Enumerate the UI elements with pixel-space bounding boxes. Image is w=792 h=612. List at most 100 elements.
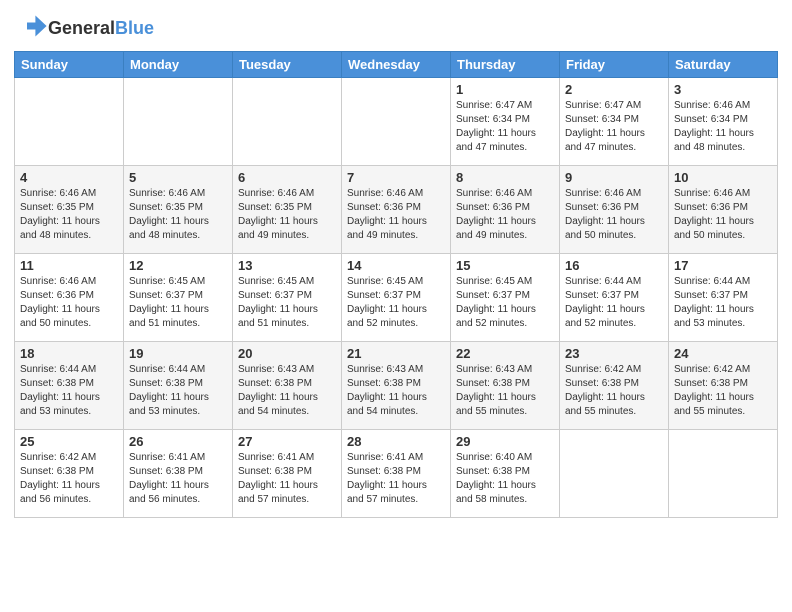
day-number: 19 (129, 346, 227, 361)
calendar-cell: 26 Sunrise: 6:41 AM Sunset: 6:38 PM Dayli… (124, 430, 233, 518)
calendar-cell: 2 Sunrise: 6:47 AM Sunset: 6:34 PM Daylig… (560, 78, 669, 166)
day-number: 20 (238, 346, 336, 361)
day-info: Sunrise: 6:42 AM Sunset: 6:38 PM Dayligh… (565, 363, 663, 419)
day-number: 12 (129, 258, 227, 273)
day-info: Sunrise: 6:45 AM Sunset: 6:37 PM Dayligh… (347, 275, 445, 331)
calendar-cell: 20 Sunrise: 6:43 AM Sunset: 6:38 PM Dayli… (233, 342, 342, 430)
day-number: 6 (238, 170, 336, 185)
day-number: 5 (129, 170, 227, 185)
calendar-cell: 17 Sunrise: 6:44 AM Sunset: 6:37 PM Dayli… (669, 254, 778, 342)
calendar-cell: 21 Sunrise: 6:43 AM Sunset: 6:38 PM Dayli… (342, 342, 451, 430)
calendar-cell (124, 78, 233, 166)
calendar-day-header: Tuesday (233, 52, 342, 78)
calendar-cell (233, 78, 342, 166)
calendar-cell (15, 78, 124, 166)
calendar-cell: 22 Sunrise: 6:43 AM Sunset: 6:38 PM Dayli… (451, 342, 560, 430)
day-info: Sunrise: 6:46 AM Sunset: 6:36 PM Dayligh… (565, 187, 663, 243)
day-info: Sunrise: 6:43 AM Sunset: 6:38 PM Dayligh… (456, 363, 554, 419)
day-info: Sunrise: 6:44 AM Sunset: 6:37 PM Dayligh… (674, 275, 772, 331)
day-info: Sunrise: 6:42 AM Sunset: 6:38 PM Dayligh… (20, 451, 118, 507)
calendar-day-header: Friday (560, 52, 669, 78)
day-info: Sunrise: 6:44 AM Sunset: 6:37 PM Dayligh… (565, 275, 663, 331)
day-number: 10 (674, 170, 772, 185)
calendar-cell: 27Sunrise: 6:41 AM Sunset: 6:38 PM Dayli… (233, 430, 342, 518)
day-number: 16 (565, 258, 663, 273)
calendar-cell (560, 430, 669, 518)
day-info: Sunrise: 6:46 AM Sunset: 6:36 PM Dayligh… (20, 275, 118, 331)
calendar-table: SundayMondayTuesdayWednesdayThursdayFrid… (14, 51, 778, 518)
calendar-day-header: Wednesday (342, 52, 451, 78)
day-number: 28 (347, 434, 445, 449)
day-number: 27 (238, 434, 336, 449)
calendar-cell: 18 Sunrise: 6:44 AM Sunset: 6:38 PM Dayli… (15, 342, 124, 430)
calendar-cell: 4 Sunrise: 6:46 AM Sunset: 6:35 PM Daylig… (15, 166, 124, 254)
day-info: Sunrise: 6:46 AM Sunset: 6:34 PM Dayligh… (674, 99, 772, 155)
calendar-cell: 8 Sunrise: 6:46 AM Sunset: 6:36 PM Daylig… (451, 166, 560, 254)
day-number: 26 (129, 434, 227, 449)
calendar-week-row: 11 Sunrise: 6:46 AM Sunset: 6:36 PM Dayli… (15, 254, 778, 342)
day-number: 8 (456, 170, 554, 185)
calendar-week-row: 1Sunrise: 6:47 AM Sunset: 6:34 PM Daylig… (15, 78, 778, 166)
day-number: 15 (456, 258, 554, 273)
logo: GeneralBlue (18, 12, 154, 45)
day-number: 3 (674, 82, 772, 97)
calendar-week-row: 4 Sunrise: 6:46 AM Sunset: 6:35 PM Daylig… (15, 166, 778, 254)
day-number: 25 (20, 434, 118, 449)
calendar-header-row: SundayMondayTuesdayWednesdayThursdayFrid… (15, 52, 778, 78)
calendar-cell (669, 430, 778, 518)
day-info: Sunrise: 6:45 AM Sunset: 6:37 PM Dayligh… (238, 275, 336, 331)
day-info: Sunrise: 6:41 AM Sunset: 6:38 PM Dayligh… (129, 451, 227, 507)
day-info: Sunrise: 6:47 AM Sunset: 6:34 PM Dayligh… (565, 99, 663, 155)
calendar-cell: 24Sunrise: 6:42 AM Sunset: 6:38 PM Dayli… (669, 342, 778, 430)
day-number: 11 (20, 258, 118, 273)
calendar-cell: 11 Sunrise: 6:46 AM Sunset: 6:36 PM Dayli… (15, 254, 124, 342)
day-info: Sunrise: 6:45 AM Sunset: 6:37 PM Dayligh… (129, 275, 227, 331)
calendar-cell: 5 Sunrise: 6:46 AM Sunset: 6:35 PM Daylig… (124, 166, 233, 254)
day-info: Sunrise: 6:43 AM Sunset: 6:38 PM Dayligh… (238, 363, 336, 419)
calendar-cell: 9Sunrise: 6:46 AM Sunset: 6:36 PM Daylig… (560, 166, 669, 254)
day-info: Sunrise: 6:47 AM Sunset: 6:34 PM Dayligh… (456, 99, 554, 155)
logo-icon (20, 12, 48, 40)
day-info: Sunrise: 6:40 AM Sunset: 6:38 PM Dayligh… (456, 451, 554, 507)
day-info: Sunrise: 6:46 AM Sunset: 6:35 PM Dayligh… (20, 187, 118, 243)
calendar-cell: 25 Sunrise: 6:42 AM Sunset: 6:38 PM Dayli… (15, 430, 124, 518)
logo-text: GeneralBlue (48, 19, 154, 39)
calendar-day-header: Monday (124, 52, 233, 78)
day-number: 23 (565, 346, 663, 361)
day-info: Sunrise: 6:44 AM Sunset: 6:38 PM Dayligh… (20, 363, 118, 419)
day-info: Sunrise: 6:46 AM Sunset: 6:36 PM Dayligh… (674, 187, 772, 243)
calendar-cell: 1Sunrise: 6:47 AM Sunset: 6:34 PM Daylig… (451, 78, 560, 166)
calendar-cell: 29 Sunrise: 6:40 AM Sunset: 6:38 PM Dayli… (451, 430, 560, 518)
day-info: Sunrise: 6:46 AM Sunset: 6:35 PM Dayligh… (238, 187, 336, 243)
day-number: 17 (674, 258, 772, 273)
day-number: 18 (20, 346, 118, 361)
day-info: Sunrise: 6:46 AM Sunset: 6:35 PM Dayligh… (129, 187, 227, 243)
header: GeneralBlue (0, 0, 792, 51)
calendar-cell: 15 Sunrise: 6:45 AM Sunset: 6:37 PM Dayli… (451, 254, 560, 342)
calendar-cell: 6 Sunrise: 6:46 AM Sunset: 6:35 PM Daylig… (233, 166, 342, 254)
day-number: 4 (20, 170, 118, 185)
calendar-week-row: 18 Sunrise: 6:44 AM Sunset: 6:38 PM Dayli… (15, 342, 778, 430)
day-info: Sunrise: 6:41 AM Sunset: 6:38 PM Dayligh… (347, 451, 445, 507)
calendar-cell: 28 Sunrise: 6:41 AM Sunset: 6:38 PM Dayli… (342, 430, 451, 518)
day-info: Sunrise: 6:43 AM Sunset: 6:38 PM Dayligh… (347, 363, 445, 419)
day-number: 29 (456, 434, 554, 449)
day-info: Sunrise: 6:45 AM Sunset: 6:37 PM Dayligh… (456, 275, 554, 331)
calendar-day-header: Sunday (15, 52, 124, 78)
calendar-cell: 7Sunrise: 6:46 AM Sunset: 6:36 PM Daylig… (342, 166, 451, 254)
day-number: 14 (347, 258, 445, 273)
calendar-cell: 3 Sunrise: 6:46 AM Sunset: 6:34 PM Daylig… (669, 78, 778, 166)
calendar-cell: 23 Sunrise: 6:42 AM Sunset: 6:38 PM Dayli… (560, 342, 669, 430)
day-info: Sunrise: 6:46 AM Sunset: 6:36 PM Dayligh… (456, 187, 554, 243)
calendar-cell: 14 Sunrise: 6:45 AM Sunset: 6:37 PM Dayli… (342, 254, 451, 342)
page: GeneralBlue SundayMondayTuesdayWednesday… (0, 0, 792, 612)
calendar-cell: 12 Sunrise: 6:45 AM Sunset: 6:37 PM Dayli… (124, 254, 233, 342)
day-number: 21 (347, 346, 445, 361)
day-number: 2 (565, 82, 663, 97)
calendar-cell: 16 Sunrise: 6:44 AM Sunset: 6:37 PM Dayli… (560, 254, 669, 342)
day-number: 24 (674, 346, 772, 361)
calendar-day-header: Saturday (669, 52, 778, 78)
day-number: 22 (456, 346, 554, 361)
calendar-cell: 19Sunrise: 6:44 AM Sunset: 6:38 PM Dayli… (124, 342, 233, 430)
calendar-day-header: Thursday (451, 52, 560, 78)
